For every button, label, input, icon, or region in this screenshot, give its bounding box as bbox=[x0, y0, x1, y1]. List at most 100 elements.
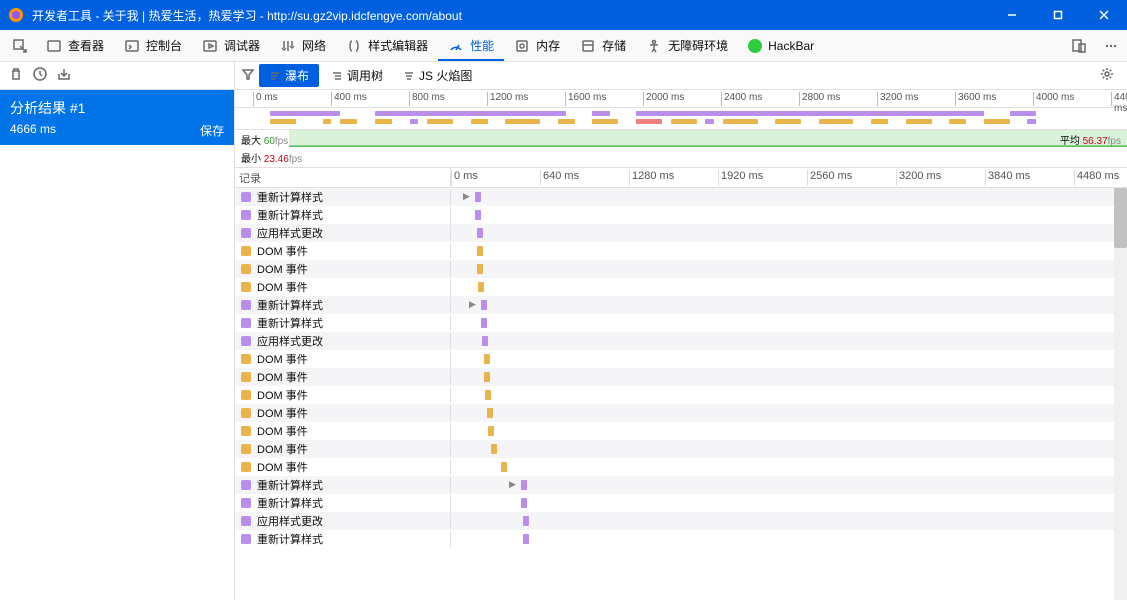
waterfall-row[interactable]: DOM 事件 bbox=[235, 260, 1114, 278]
view-jsflame[interactable]: JS 火焰图 bbox=[395, 64, 480, 87]
waterfall-row[interactable]: 重新计算样式 bbox=[235, 206, 1114, 224]
waterfall-row[interactable]: 重新计算样式 bbox=[235, 494, 1114, 512]
kebab-menu-button[interactable] bbox=[1095, 30, 1127, 61]
marker-label: DOM 事件 bbox=[257, 405, 308, 421]
waterfall-row[interactable]: 重新计算样式 bbox=[235, 530, 1114, 548]
marker-segment bbox=[521, 498, 527, 508]
timeline-overview[interactable] bbox=[235, 108, 1127, 130]
tab-console[interactable]: 控制台 bbox=[114, 30, 192, 61]
marker-label: DOM 事件 bbox=[257, 459, 308, 475]
maximize-button[interactable] bbox=[1035, 0, 1081, 30]
tab-network[interactable]: 网络 bbox=[270, 30, 336, 61]
marker-color-icon bbox=[241, 462, 251, 472]
record-column-header[interactable]: 记录 bbox=[235, 168, 451, 187]
waterfall-row[interactable]: DOM 事件 bbox=[235, 440, 1114, 458]
scrollbar-thumb[interactable] bbox=[1114, 188, 1127, 248]
marker-color-icon bbox=[241, 354, 251, 364]
tab-label: 控制台 bbox=[146, 37, 182, 54]
sidebar-toolbar bbox=[0, 62, 234, 90]
tab-label: 调试器 bbox=[224, 37, 260, 54]
view-label: 调用树 bbox=[347, 67, 383, 84]
twisty-icon[interactable]: ▶ bbox=[509, 479, 519, 490]
tab-performance[interactable]: 性能 bbox=[438, 30, 504, 61]
element-picker-button[interactable] bbox=[4, 30, 36, 61]
clear-button[interactable] bbox=[8, 66, 24, 85]
wf-tick: 2560 ms bbox=[807, 170, 852, 186]
waterfall-row[interactable]: DOM 事件 bbox=[235, 386, 1114, 404]
overview-segment bbox=[871, 119, 888, 124]
overview-segment bbox=[636, 111, 984, 116]
waterfall-row[interactable]: DOM 事件 bbox=[235, 242, 1114, 260]
waterfall-row[interactable]: 重新计算样式 bbox=[235, 314, 1114, 332]
marker-label: DOM 事件 bbox=[257, 279, 308, 295]
waterfall-row[interactable]: DOM 事件 bbox=[235, 278, 1114, 296]
marker-segment bbox=[501, 462, 507, 472]
tab-memory[interactable]: 内存 bbox=[504, 30, 570, 61]
devtools-tabbar: 查看器 控制台 调试器 网络 样式编辑器 性能 内存 存储 无障碍环境 Hack… bbox=[0, 30, 1127, 62]
save-recording-link[interactable]: 保存 bbox=[200, 122, 224, 139]
waterfall-row[interactable]: 重新计算样式▶ bbox=[235, 296, 1114, 314]
ruler-tick: 1200 ms bbox=[487, 92, 528, 106]
tab-inspector[interactable]: 查看器 bbox=[36, 30, 114, 61]
view-calltree[interactable]: 调用树 bbox=[323, 64, 391, 87]
marker-color-icon bbox=[241, 300, 251, 310]
recording-duration: 4666 ms bbox=[10, 122, 56, 139]
scrollbar-track[interactable] bbox=[1114, 188, 1127, 600]
marker-color-icon bbox=[241, 498, 251, 508]
timeline-ruler[interactable]: 0 ms400 ms800 ms1200 ms1600 ms2000 ms240… bbox=[235, 90, 1127, 108]
tab-label: 网络 bbox=[302, 37, 326, 54]
twisty-icon[interactable]: ▶ bbox=[469, 299, 479, 310]
waterfall-row[interactable]: 应用样式更改 bbox=[235, 224, 1114, 242]
twisty-icon[interactable]: ▶ bbox=[463, 191, 473, 202]
marker-label: 重新计算样式 bbox=[257, 315, 323, 331]
view-waterfall[interactable]: 瀑布 bbox=[259, 64, 319, 87]
fps-min-value: 23.46 bbox=[264, 154, 289, 165]
marker-segment bbox=[521, 480, 527, 490]
overview-segment bbox=[270, 111, 340, 116]
waterfall-row[interactable]: DOM 事件 bbox=[235, 422, 1114, 440]
wf-tick: 4480 ms bbox=[1074, 170, 1119, 186]
marker-color-icon bbox=[241, 246, 251, 256]
waterfall-row[interactable]: DOM 事件 bbox=[235, 350, 1114, 368]
record-button[interactable] bbox=[32, 66, 48, 85]
filter-button[interactable] bbox=[241, 67, 255, 84]
waterfall-row[interactable]: DOM 事件 bbox=[235, 458, 1114, 476]
view-label: JS 火焰图 bbox=[419, 67, 472, 84]
tab-storage[interactable]: 存储 bbox=[570, 30, 636, 61]
wf-tick: 0 ms bbox=[451, 170, 478, 186]
tab-hackbar[interactable]: HackBar bbox=[738, 30, 824, 61]
responsive-design-button[interactable] bbox=[1063, 30, 1095, 61]
marker-color-icon bbox=[241, 282, 251, 292]
ruler-tick: 4400 ms bbox=[1111, 92, 1127, 106]
overview-segment bbox=[340, 119, 357, 124]
marker-segment bbox=[475, 210, 481, 220]
import-button[interactable] bbox=[56, 66, 72, 85]
waterfall-row[interactable]: DOM 事件 bbox=[235, 368, 1114, 386]
waterfall-row[interactable]: 应用样式更改 bbox=[235, 332, 1114, 350]
tab-accessibility[interactable]: 无障碍环境 bbox=[636, 30, 738, 61]
overview-segment bbox=[592, 119, 618, 124]
tab-style-editor[interactable]: 样式编辑器 bbox=[336, 30, 438, 61]
recording-item[interactable]: 分析结果 #1 4666 ms 保存 bbox=[0, 90, 234, 145]
tab-debugger[interactable]: 调试器 bbox=[192, 30, 270, 61]
overview-segment bbox=[558, 119, 575, 124]
minimize-button[interactable] bbox=[989, 0, 1035, 30]
fps-unit: fps bbox=[275, 136, 288, 147]
waterfall-row[interactable]: DOM 事件 bbox=[235, 404, 1114, 422]
settings-button[interactable] bbox=[1093, 66, 1121, 85]
ruler-tick: 4000 ms bbox=[1033, 92, 1074, 106]
fps-strip: 最大 60fps 最小 23.46fps 平均 56.37fps bbox=[235, 130, 1127, 168]
waterfall-row[interactable]: 应用样式更改 bbox=[235, 512, 1114, 530]
overview-segment bbox=[505, 119, 540, 124]
marker-segment bbox=[485, 390, 491, 400]
waterfall-row[interactable]: 重新计算样式▶ bbox=[235, 476, 1114, 494]
wf-tick: 3200 ms bbox=[896, 170, 941, 186]
ruler-tick: 800 ms bbox=[409, 92, 445, 106]
overview-segment bbox=[636, 119, 662, 124]
waterfall-row[interactable]: 重新计算样式▶ bbox=[235, 188, 1114, 206]
marker-segment bbox=[477, 228, 483, 238]
recordings-sidebar: 分析结果 #1 4666 ms 保存 bbox=[0, 62, 235, 600]
close-button[interactable] bbox=[1081, 0, 1127, 30]
marker-color-icon bbox=[241, 336, 251, 346]
marker-color-icon bbox=[241, 228, 251, 238]
